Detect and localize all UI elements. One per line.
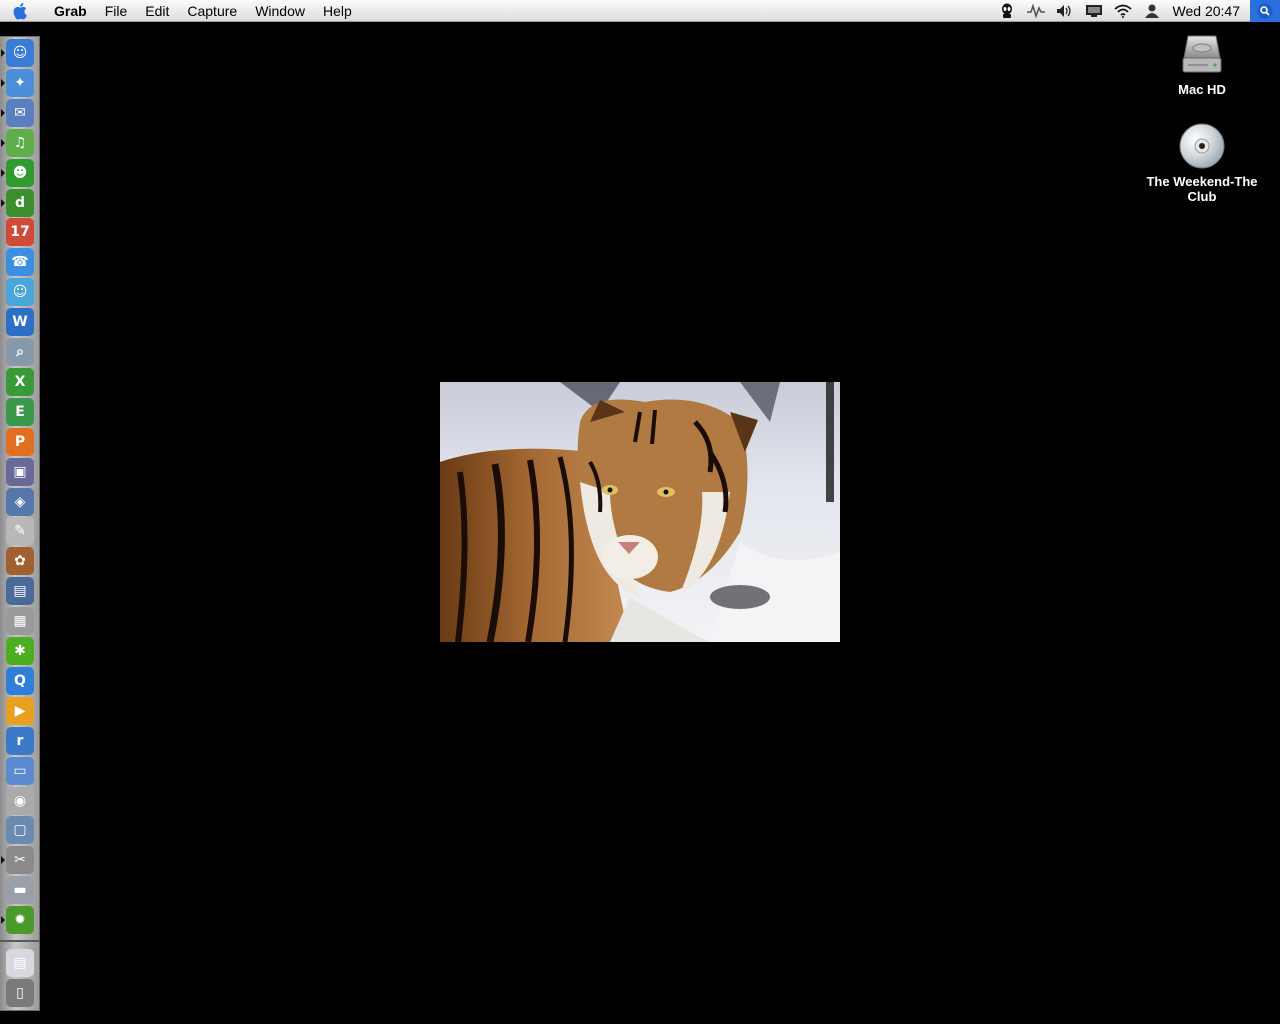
activity-icon[interactable]: [1022, 0, 1051, 22]
ichat-icon[interactable]: ☎: [6, 248, 34, 277]
preview-icon[interactable]: ⌕: [6, 338, 34, 366]
printer-icon[interactable]: ▬: [6, 876, 34, 905]
document-icon[interactable]: ▤: [6, 949, 34, 977]
running-indicator: [1, 49, 5, 57]
limewire-icon[interactable]: ✱: [6, 637, 34, 665]
desktop-icon-label: The Weekend-The Club: [1146, 174, 1258, 204]
running-indicator: [1, 168, 5, 177]
photo-app-icon[interactable]: ◈: [6, 487, 34, 516]
entourage-icon[interactable]: E: [6, 397, 34, 426]
running-indicator: [1, 108, 5, 117]
excel-icon[interactable]: X: [6, 367, 34, 396]
volume-icon[interactable]: [1051, 0, 1080, 22]
system-prefs-icon[interactable]: ✹: [6, 906, 34, 935]
wallpaper-tiger-photo: [440, 382, 840, 642]
textedit-icon[interactable]: ✎: [6, 517, 34, 546]
monitor-icon[interactable]: ▢: [6, 816, 34, 845]
menu-window[interactable]: Window: [246, 0, 314, 22]
system-app-icon[interactable]: ▤: [6, 577, 34, 606]
running-indicator: [1, 138, 5, 147]
apple-menu-icon[interactable]: [0, 0, 42, 22]
hard-drive-icon: [1182, 35, 1222, 73]
running-indicator: [1, 198, 5, 207]
alien-menu-icon[interactable]: [993, 0, 1022, 22]
running-indicator: [1, 856, 5, 865]
running-indicator: [1, 78, 5, 87]
menu-bar: Grab File Edit Capture Window Help Wed 2…: [0, 0, 1280, 22]
display-icon[interactable]: [1080, 0, 1109, 22]
user-icon[interactable]: [1138, 0, 1167, 22]
menu-extras: Wed 20:47: [993, 0, 1280, 22]
ical-icon[interactable]: 17: [6, 218, 34, 247]
desktop-icon-cd[interactable]: The Weekend-The Club: [1132, 122, 1272, 204]
finder-icon[interactable]: ☺: [6, 39, 34, 67]
iphoto-icon[interactable]: ▣: [6, 457, 34, 486]
spotlight-icon[interactable]: [1250, 0, 1280, 22]
remote-desktop-icon[interactable]: ▭: [6, 756, 34, 785]
disk-utility-icon[interactable]: ◉: [6, 786, 34, 815]
media-player-icon[interactable]: ▶: [6, 696, 34, 725]
grab-icon[interactable]: ✂: [6, 846, 34, 875]
desktop-icon-mac-hd[interactable]: Mac HD: [1132, 30, 1272, 97]
menu-help[interactable]: Help: [314, 0, 361, 22]
adium-icon[interactable]: ☻: [6, 158, 34, 187]
running-indicator: [1, 916, 5, 925]
mail-icon[interactable]: ✉: [6, 98, 34, 127]
desktop-icon-label: Mac HD: [1178, 82, 1226, 97]
menu-edit[interactable]: Edit: [136, 0, 178, 22]
app-menu-grab[interactable]: Grab: [42, 0, 96, 22]
dock-separator: [0, 940, 40, 942]
game-icon[interactable]: ✿: [6, 547, 34, 576]
itunes-icon[interactable]: ♫: [6, 128, 34, 157]
menu-clock[interactable]: Wed 20:47: [1167, 0, 1250, 22]
menu-file[interactable]: File: [96, 0, 137, 22]
dock: ☺ ✦ ✉ ♫ ☻ d 17 ☎ ☺ W ⌕ X E P ▣ ◈ ✎ ✿ ▤ ▦ ✱ Q ▶ r ▭ ◉ ▢ ✂ ▬ ✹ ▤ ▯: [0, 36, 40, 1011]
menu-capture[interactable]: Capture: [178, 0, 246, 22]
dreamweaver-icon[interactable]: d: [6, 188, 34, 217]
cd-icon: [1179, 123, 1225, 169]
powerpoint-icon[interactable]: P: [6, 427, 34, 456]
realplayer-icon[interactable]: r: [6, 726, 34, 755]
wifi-icon[interactable]: [1109, 0, 1138, 22]
trash-icon[interactable]: ▯: [6, 979, 34, 1007]
safari-icon[interactable]: ✦: [6, 68, 34, 97]
quicktime-icon[interactable]: Q: [6, 666, 34, 695]
word-icon[interactable]: W: [6, 308, 34, 337]
calculator-icon[interactable]: ▦: [6, 607, 34, 636]
messenger-icon[interactable]: ☺: [6, 278, 34, 307]
